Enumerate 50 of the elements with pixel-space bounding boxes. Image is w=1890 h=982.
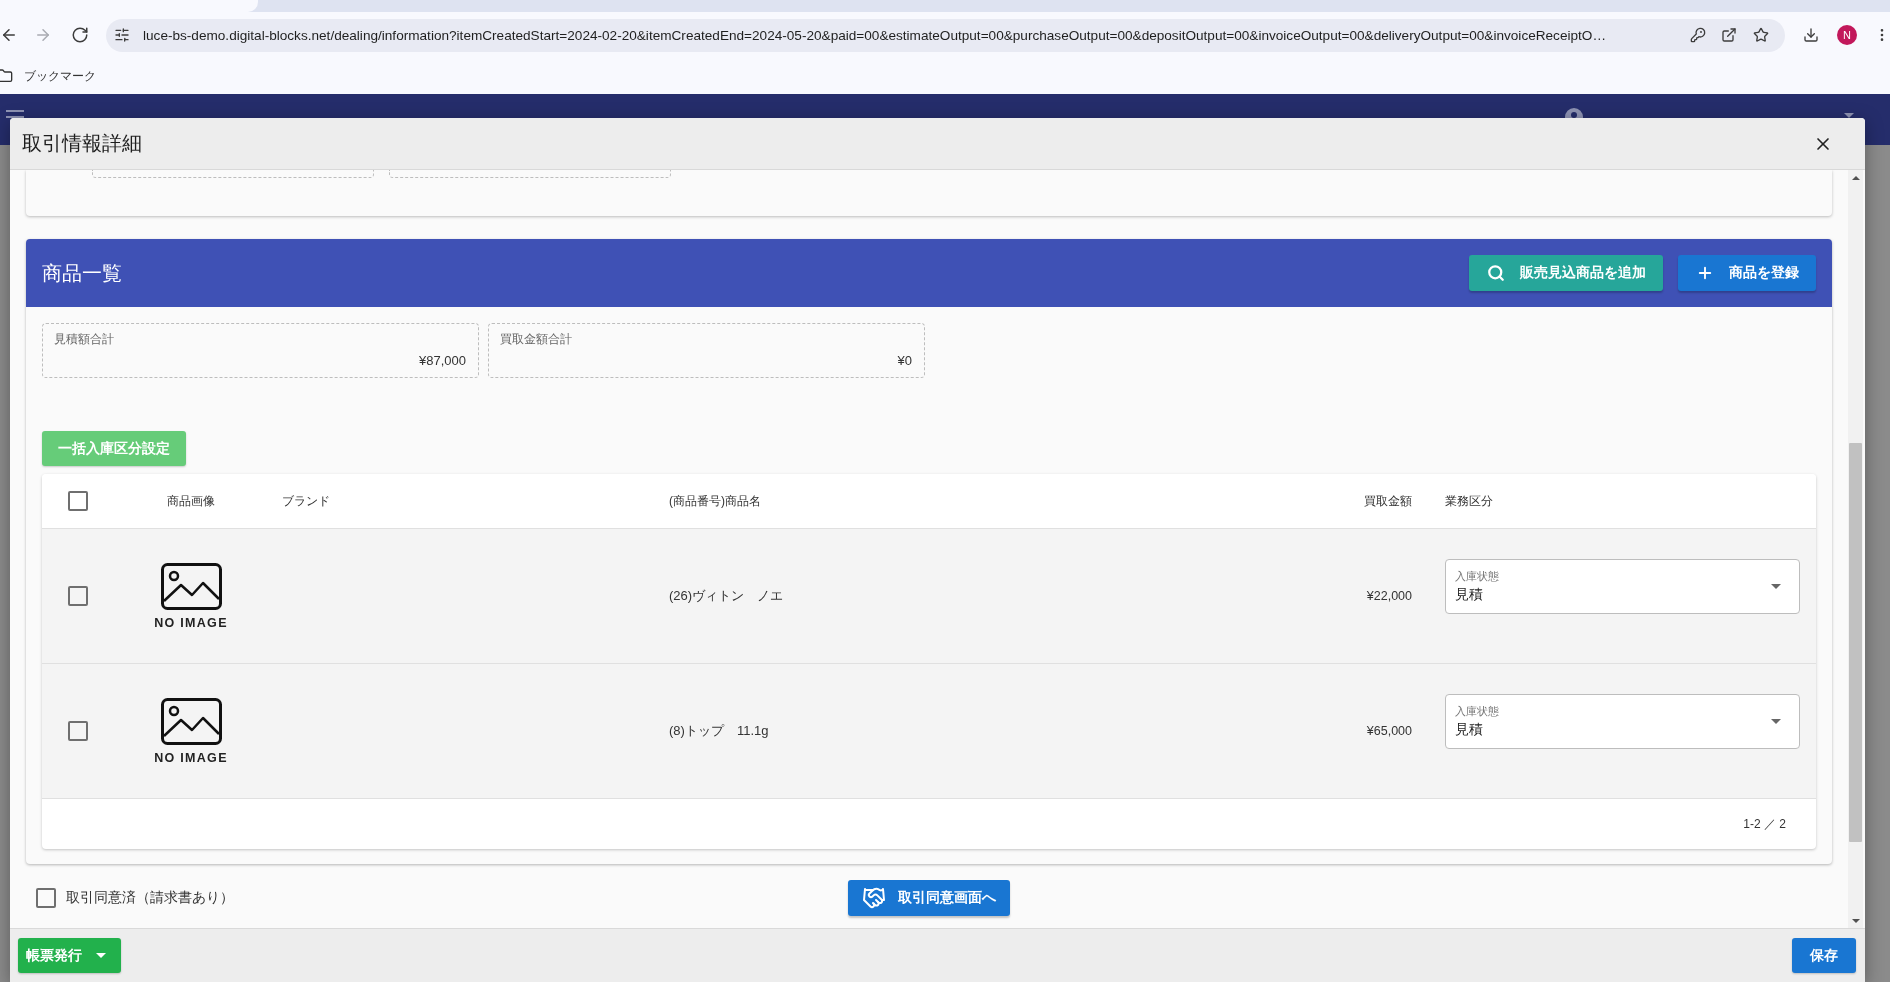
pagination-text: 1-2 ／ 2 (1743, 815, 1786, 833)
search-icon (1487, 264, 1505, 282)
no-image-text: NO IMAGE (154, 615, 228, 630)
scroll-up-icon[interactable] (1851, 176, 1860, 180)
key-icon[interactable] (1690, 27, 1706, 43)
column-header[interactable]: 商品画像 (167, 492, 215, 510)
checkbox[interactable] (36, 888, 56, 908)
star-icon[interactable] (1753, 27, 1769, 43)
bookmark-folder[interactable]: ブックマーク (0, 67, 96, 85)
folder-icon (0, 68, 13, 84)
caret-icon (1771, 719, 1781, 724)
column-header[interactable]: 業務区分 (1445, 492, 1493, 510)
image-placeholder-icon (160, 697, 222, 745)
save-button[interactable]: 保存 (1792, 938, 1856, 973)
table-cell: ¥22,000 (1366, 589, 1412, 603)
register-button[interactable]: 商品を登録 (1678, 255, 1816, 291)
download-icon[interactable] (1803, 27, 1819, 43)
profile-avatar[interactable]: N (1837, 25, 1857, 45)
caret-icon (1771, 584, 1781, 589)
column-header[interactable]: (商品番号)商品名 (669, 492, 761, 510)
text-field[interactable] (389, 170, 671, 178)
no-image-text: NO IMAGE (154, 750, 228, 765)
section-title: 商品一覧 (42, 260, 122, 286)
scrollbar-thumb[interactable] (1849, 443, 1862, 842)
reload-icon[interactable] (71, 26, 89, 44)
text-field[interactable] (92, 170, 374, 178)
checkbox[interactable] (68, 721, 88, 741)
image-placeholder-icon (160, 562, 222, 610)
address-bar[interactable]: luce-bs-demo.digital-blocks.net/dealing/information?itemCreatedStart=2024-02-20&itemCreatedEnd=2024-05-20&paid=00&estimateOutput=00&purchaseOutput=00&depositOutput=00&invoiceOutput=00&deliveryOutput=00&invoiceReceiptO… (106, 18, 1785, 52)
scroll-down-icon[interactable] (1851, 919, 1860, 923)
column-header[interactable]: ブランド (282, 492, 330, 510)
dialog-title: 取引情報詳細 (22, 131, 142, 156)
status-select[interactable]: 入庫状態 見積 (1445, 694, 1800, 749)
open-external-icon[interactable] (1721, 27, 1737, 43)
total-field: 見積額合計 ¥87,000 (42, 323, 479, 378)
checkbox-label[interactable]: 取引同意済（請求書あり） (66, 889, 234, 907)
plus-icon (1696, 264, 1714, 282)
menu-icon[interactable] (6, 110, 24, 118)
handshake-icon (862, 886, 886, 910)
table-cell: (8)トップ 11.1g (669, 722, 769, 740)
checkbox[interactable] (68, 586, 88, 606)
site-settings-icon[interactable] (114, 27, 130, 43)
status-select[interactable]: 入庫状態 見積 (1445, 559, 1800, 614)
column-header[interactable]: 買取金額 (1364, 492, 1412, 510)
checkbox[interactable] (68, 491, 88, 511)
agreement-screen-button[interactable]: 取引同意画面へ (848, 880, 1010, 916)
caret-icon (96, 953, 106, 958)
total-field: 買取金額合計 ¥0 (488, 323, 925, 378)
table-cell: (26)ヴィトン ノエ (669, 587, 784, 605)
table-cell: ¥65,000 (1366, 724, 1412, 738)
